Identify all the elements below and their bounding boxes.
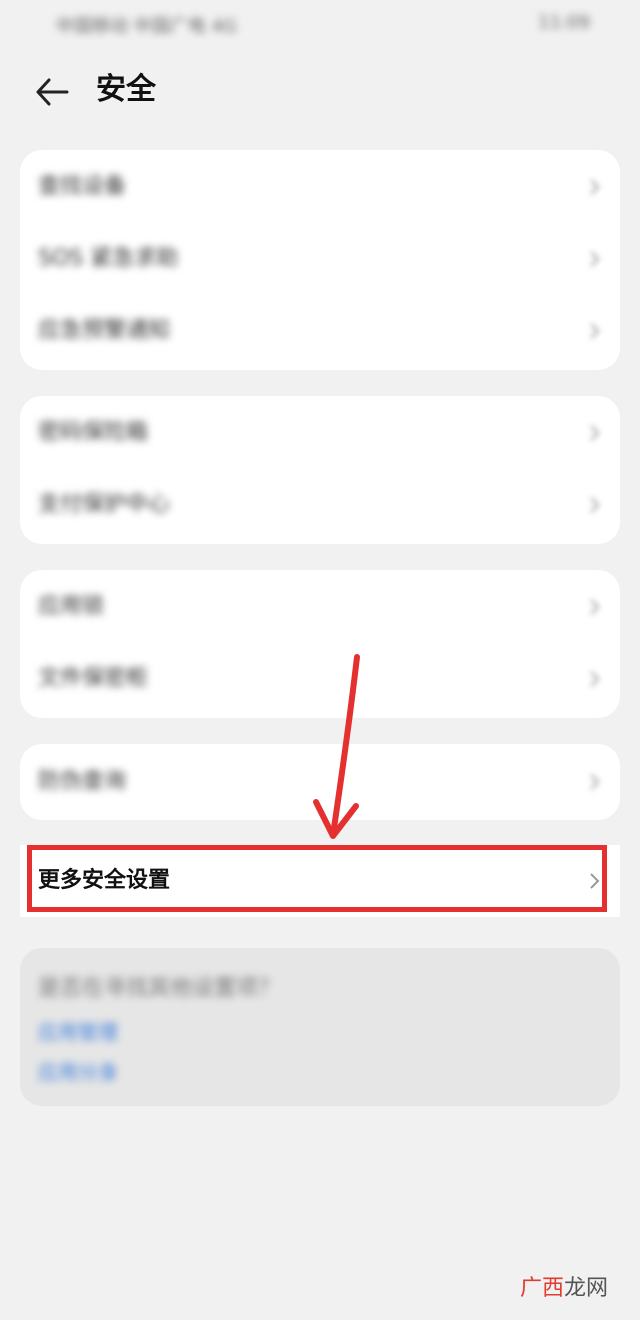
tip-link-app-twin[interactable]: 应用分身 (38, 1056, 118, 1085)
watermark-part1: 广西 (519, 1276, 564, 1301)
tip-link-app-management[interactable]: 应用管理 (38, 1016, 118, 1045)
settings-group-5: 更多安全设置 (20, 845, 620, 917)
settings-row-file-safe[interactable]: 文件保密柜 (20, 643, 620, 715)
chevron-right-icon (590, 497, 600, 513)
watermark-part2: 龙网 (563, 1276, 608, 1301)
settings-row-sos[interactable]: SOS 紧急求助 (20, 223, 620, 295)
watermark: 广西龙网 (520, 1270, 608, 1302)
row-label: 防伪查询 (38, 769, 127, 794)
more-security-settings-row[interactable]: 更多安全设置 (20, 845, 620, 917)
chevron-right-icon (590, 323, 600, 339)
settings-group-3: 应用锁 文件保密柜 (20, 570, 620, 718)
row-label: 文件保密柜 (38, 666, 149, 691)
row-label: 密码保险箱 (38, 420, 149, 445)
row-label: 应急预警通知 (38, 318, 171, 343)
search-tip-card: 是否在寻找其他设置项？ 应用管理 应用分身 (20, 948, 620, 1106)
settings-row-anti-counterfeit[interactable]: 防伪查询 (20, 746, 620, 818)
settings-row-password-vault[interactable]: 密码保险箱 (20, 397, 620, 469)
chevron-right-icon (590, 251, 600, 267)
arrow-left-icon (36, 78, 69, 106)
carrier-text: 中国移动 中国广电 4G (56, 16, 237, 37)
back-button[interactable] (28, 68, 76, 116)
header: 安全 (0, 60, 640, 120)
chevron-right-icon (590, 179, 600, 195)
tip-question: 是否在寻找其他设置项？ (38, 976, 281, 1001)
settings-group-1: 查找设备 SOS 紧急求助 应急预警通知 (20, 150, 620, 370)
settings-group-4: 防伪查询 (20, 744, 620, 820)
screen: 中国移动 中国广电 4G 11:09 安全 查找设备 SOS 紧急求助 应急预警… (0, 0, 640, 1320)
settings-group-2: 密码保险箱 支付保护中心 (20, 396, 620, 544)
settings-row-find-device[interactable]: 查找设备 (20, 151, 620, 223)
row-label: 应用锁 (38, 594, 105, 619)
status-time: 11:09 (538, 12, 590, 33)
chevron-right-icon (590, 873, 600, 889)
chevron-right-icon (590, 599, 600, 615)
chevron-right-icon (590, 425, 600, 441)
chevron-right-icon (590, 774, 600, 790)
row-label: 查找设备 (38, 174, 127, 199)
settings-row-app-lock[interactable]: 应用锁 (20, 571, 620, 643)
row-label: SOS 紧急求助 (38, 246, 179, 271)
settings-row-emergency-alert[interactable]: 应急预警通知 (20, 295, 620, 367)
chevron-right-icon (590, 671, 600, 687)
page-title: 安全 (96, 72, 156, 107)
status-bar: 中国移动 中国广电 4G 11:09 (0, 0, 640, 50)
settings-row-payment-protection[interactable]: 支付保护中心 (20, 469, 620, 541)
row-label: 更多安全设置 (38, 868, 171, 893)
row-label: 支付保护中心 (38, 492, 171, 517)
